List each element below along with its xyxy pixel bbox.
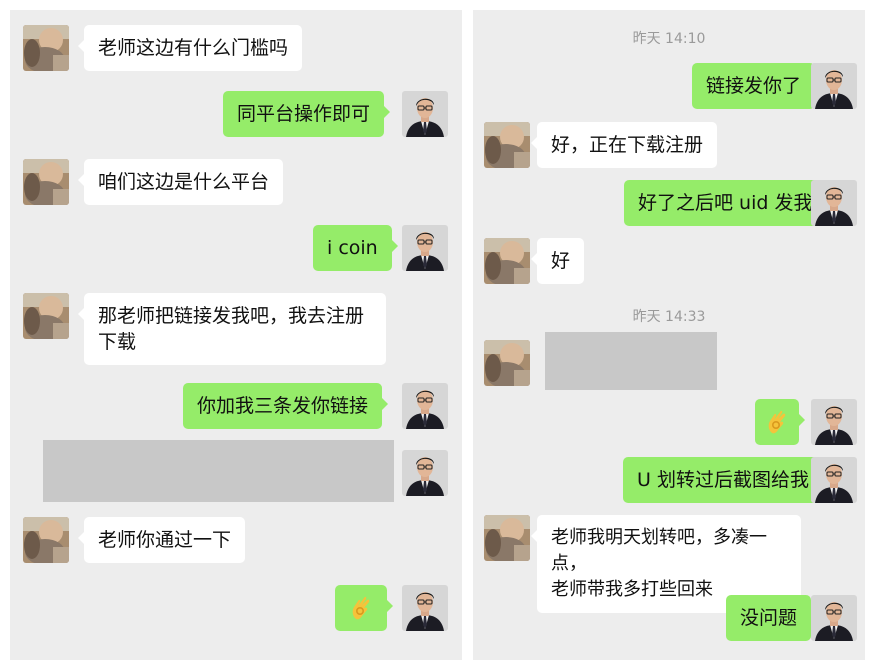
message-bubble-incoming[interactable]: 好 bbox=[530, 238, 585, 284]
redacted-image-message[interactable] bbox=[43, 440, 394, 502]
emoji-message-outgoing[interactable] bbox=[755, 399, 805, 445]
right-chat-panel: 昨天 14:10 链接发你了 好，正在下载注册 好了之后吧 uid 发我 好 昨… bbox=[473, 10, 865, 660]
own-avatar[interactable] bbox=[811, 595, 857, 641]
contact-avatar[interactable] bbox=[484, 238, 530, 284]
own-avatar[interactable] bbox=[402, 585, 448, 631]
own-avatar[interactable] bbox=[402, 91, 448, 137]
message-bubble-outgoing[interactable]: 你加我三条发你链接 bbox=[183, 383, 389, 429]
message-bubble-incoming[interactable]: 老师你通过一下 bbox=[77, 517, 246, 563]
timestamp: 昨天 14:33 bbox=[632, 309, 706, 325]
message-line: 下载 bbox=[98, 331, 137, 353]
contact-avatar[interactable] bbox=[484, 340, 530, 386]
message-bubble-outgoing[interactable]: 没问题 bbox=[726, 595, 818, 641]
own-avatar[interactable] bbox=[811, 399, 857, 445]
message-line: 老师我明天划转吧，多凑一点， bbox=[551, 527, 767, 574]
message-bubble-outgoing[interactable]: 链接发你了 bbox=[692, 63, 822, 109]
message-line: 那老师把链接发我吧，我去注册 bbox=[98, 305, 365, 327]
message-bubble-incoming[interactable]: 好，正在下载注册 bbox=[530, 122, 718, 168]
message-bubble-outgoing[interactable]: i coin bbox=[313, 225, 398, 271]
own-avatar[interactable] bbox=[402, 450, 448, 496]
contact-avatar[interactable] bbox=[484, 515, 530, 561]
own-avatar[interactable] bbox=[811, 180, 857, 226]
own-avatar[interactable] bbox=[402, 383, 448, 429]
message-bubble-outgoing[interactable]: 同平台操作即可 bbox=[223, 91, 391, 137]
timestamp: 昨天 14:10 bbox=[632, 31, 706, 47]
emoji-message-outgoing[interactable] bbox=[335, 585, 393, 631]
ok-hand-emoji-icon bbox=[765, 409, 789, 435]
message-bubble-incoming[interactable]: 咱们这边是什么平台 bbox=[77, 159, 284, 205]
message-bubble-outgoing[interactable]: 好了之后吧 uid 发我 bbox=[624, 180, 833, 226]
contact-avatar[interactable] bbox=[23, 25, 69, 71]
message-bubble-outgoing[interactable]: U 划转过后截图给我 bbox=[623, 457, 829, 503]
message-bubble-incoming[interactable]: 那老师把链接发我吧，我去注册 下载 bbox=[78, 293, 386, 365]
message-bubble-incoming[interactable]: 老师这边有什么门槛吗 bbox=[77, 25, 303, 71]
ok-hand-emoji-icon bbox=[349, 595, 373, 621]
redacted-image-message[interactable] bbox=[545, 332, 717, 390]
own-avatar[interactable] bbox=[811, 457, 857, 503]
contact-avatar[interactable] bbox=[23, 159, 69, 205]
own-avatar[interactable] bbox=[811, 63, 857, 109]
left-chat-panel: 老师这边有什么门槛吗 同平台操作即可 咱们这边是什么平台 i coin 那老师把… bbox=[10, 10, 462, 660]
contact-avatar[interactable] bbox=[23, 517, 69, 563]
contact-avatar[interactable] bbox=[23, 293, 69, 339]
contact-avatar[interactable] bbox=[484, 122, 530, 168]
own-avatar[interactable] bbox=[402, 225, 448, 271]
